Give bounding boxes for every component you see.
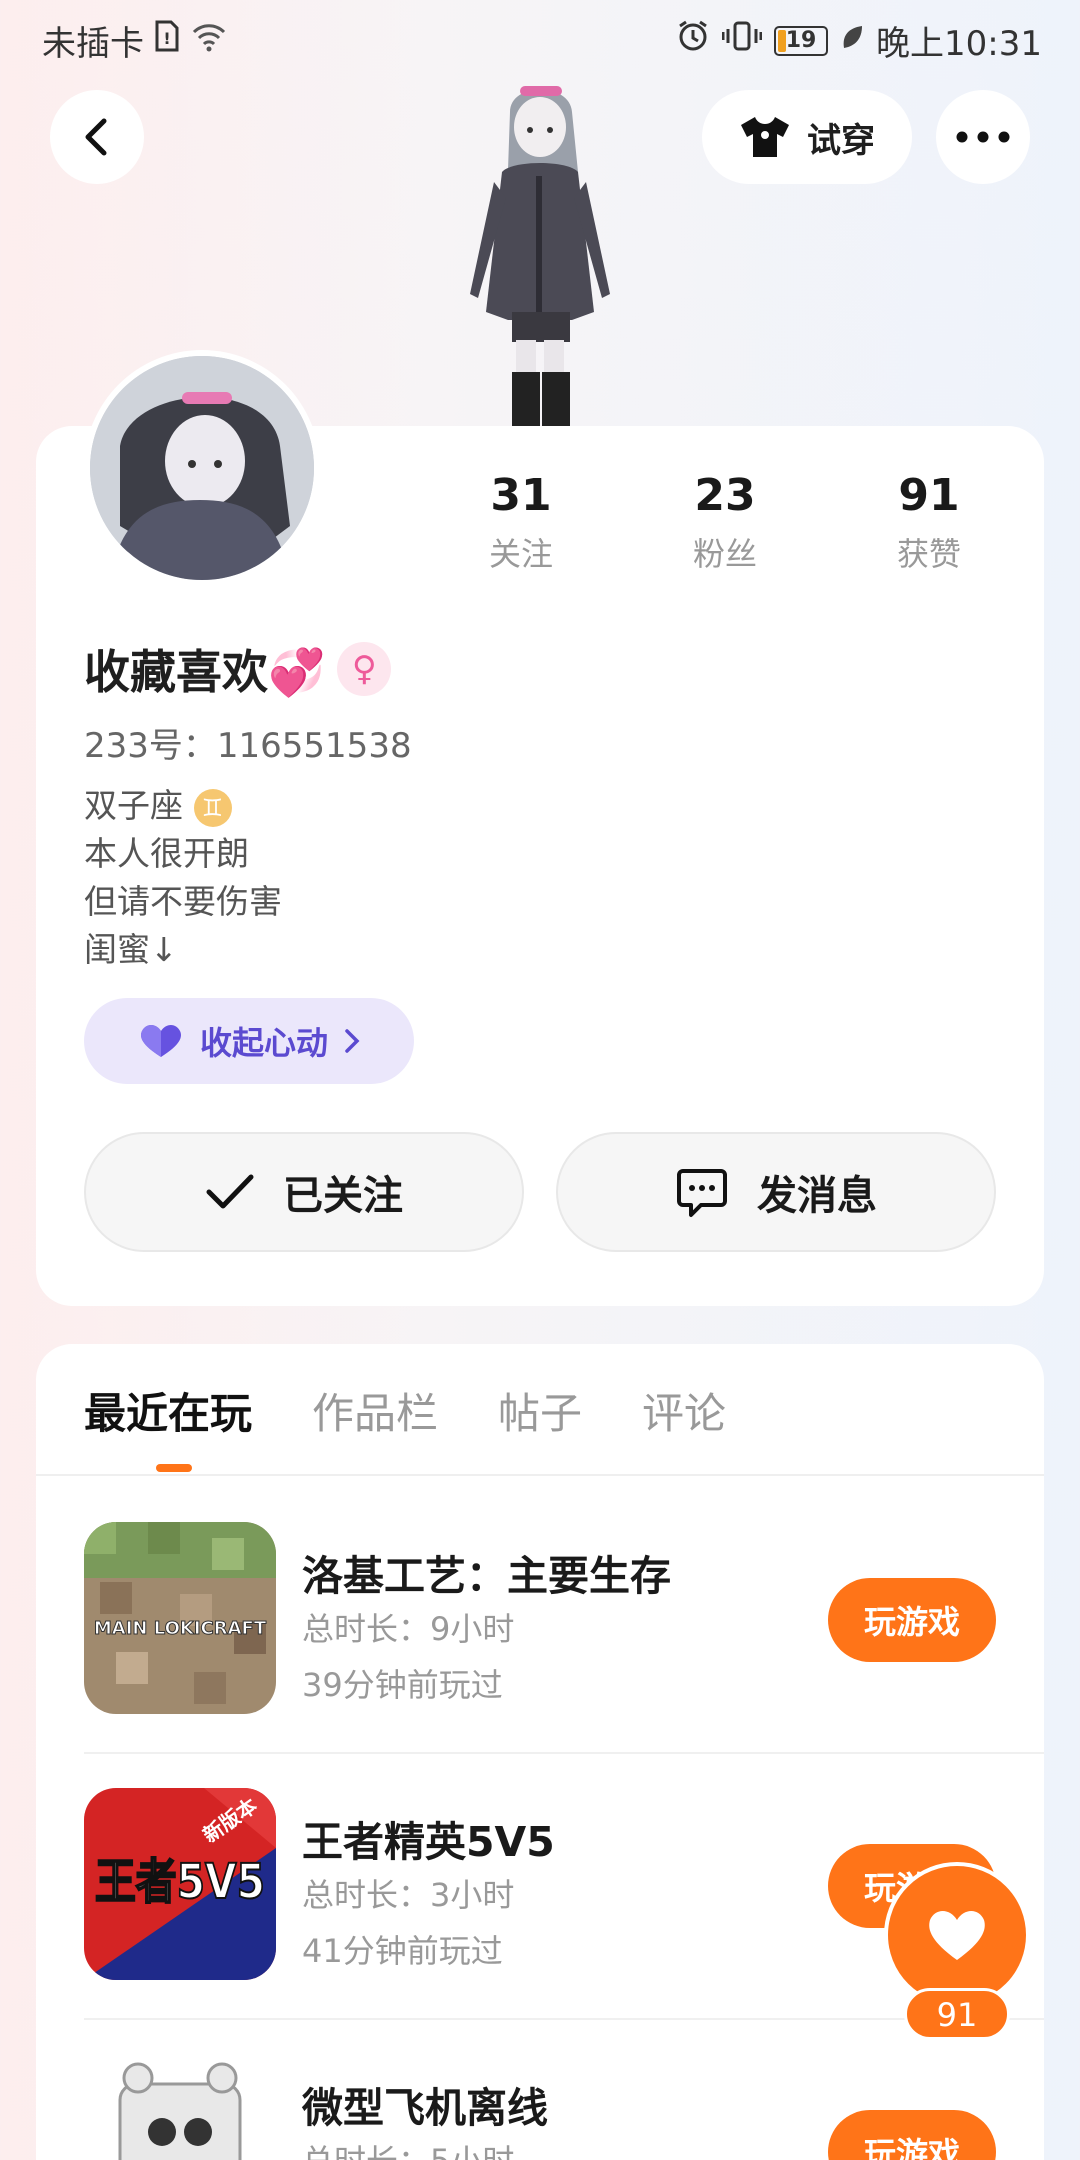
avatar-image: [90, 356, 314, 580]
chevron-right-icon: [345, 1029, 360, 1053]
carrier-text: 未插卡: [42, 24, 144, 64]
svg-text:!: !: [163, 29, 170, 48]
stat-fans-label: 粉丝: [692, 535, 757, 573]
profile-avatar[interactable]: [84, 350, 320, 586]
bio: 双子座 ♊ 本人很开朗 但请不要伤害 闺蜜↓: [84, 782, 282, 974]
heart-icon: [929, 1911, 985, 1960]
row-divider: [84, 1752, 1044, 1754]
game-row[interactable]: 微型飞机离线 总时长：5小时 玩游戏: [84, 2054, 1044, 2160]
leaf-icon: [840, 21, 864, 61]
battery-icon: 19: [774, 25, 829, 56]
play-game-button[interactable]: 玩游戏: [828, 1578, 996, 1662]
heart-icon: [140, 1025, 181, 1057]
tab-bar: 最近在玩 作品栏 帖子 评论: [84, 1380, 726, 1441]
game-last-played: 41分钟前玩过: [302, 1932, 503, 1970]
game-row[interactable]: MAIN LOKICRAFT 洛基工艺：主要生存 总时长：9小时 39分钟前玩过…: [84, 1522, 1044, 1718]
like-fab-button[interactable]: [884, 1862, 1030, 2008]
game-duration: 总时长：5小时: [302, 2136, 514, 2160]
heart-toggle-pill[interactable]: 收起心动: [84, 998, 414, 1084]
avatar-figure-image[interactable]: [440, 72, 640, 427]
chat-bubble-icon: [677, 1169, 727, 1217]
stat-following[interactable]: 31 关注: [446, 470, 596, 575]
like-count-badge: 91: [904, 1988, 1010, 2040]
back-button[interactable]: [50, 90, 144, 184]
profile-name-row: 收藏喜欢💞 ♀: [84, 636, 392, 702]
sim-icon: !: [154, 20, 180, 61]
bio-line-1: 双子座: [84, 786, 183, 825]
followed-label: 已关注: [283, 1173, 403, 1219]
tab-indicator: [156, 1464, 192, 1472]
try-on-label: 试穿: [807, 120, 875, 161]
send-message-button[interactable]: 发消息: [556, 1132, 996, 1252]
stat-following-label: 关注: [488, 535, 553, 573]
play-game-button[interactable]: 玩游戏: [828, 2110, 996, 2160]
stat-following-value: 31: [490, 470, 552, 521]
tab-posts[interactable]: 帖子: [498, 1380, 582, 1441]
bio-line-3: 但请不要伤害: [84, 882, 282, 921]
heart-pill-label: 收起心动: [199, 1024, 328, 1062]
game-duration: 总时长：3小时: [302, 1876, 515, 1914]
battery-level: 19: [785, 28, 817, 53]
alarm-icon: [676, 19, 710, 62]
send-message-label: 发消息: [757, 1173, 877, 1219]
stat-likes-label: 获赞: [896, 535, 961, 573]
bio-line-2: 本人很开朗: [84, 834, 249, 873]
tab-comments[interactable]: 评论: [642, 1380, 726, 1441]
user-id: 233号：116551538: [84, 726, 412, 766]
game-title: 王者精英5V5: [302, 1818, 555, 1866]
clock-text: 晚上10:31: [876, 24, 1042, 64]
tshirt-icon: [741, 117, 789, 157]
female-gender-icon: ♀: [337, 642, 392, 696]
check-icon: [206, 1174, 254, 1209]
status-bar: 未插卡 ! 19 晚上10:31: [0, 0, 1080, 72]
stat-likes[interactable]: 91 获赞: [854, 470, 1004, 575]
status-left: 未插卡 !: [42, 16, 228, 65]
chevron-left-icon: [85, 118, 107, 156]
tab-recently-played[interactable]: 最近在玩: [84, 1380, 252, 1441]
tab-works[interactable]: 作品栏: [312, 1380, 438, 1441]
status-right: 19 晚上10:31: [676, 16, 1042, 65]
game-title: 洛基工艺：主要生存: [302, 1552, 671, 1600]
gemini-icon: ♊: [193, 788, 232, 827]
stat-fans[interactable]: 23 粉丝: [650, 470, 800, 575]
bio-line-4: 闺蜜↓: [84, 930, 178, 969]
game-last-played: 39分钟前玩过: [302, 1666, 503, 1704]
row-divider: [84, 2018, 1044, 2020]
game-icon-plane: [84, 2054, 276, 2160]
wifi-icon: [190, 21, 228, 61]
game-title: 微型飞机离线: [302, 2084, 548, 2132]
vibrate-icon: [721, 20, 763, 61]
game-icon-text: 王者5V5: [95, 1854, 265, 1910]
profile-name: 收藏喜欢💞: [84, 645, 326, 699]
game-icon-wangzhe: 新版本 王者5V5: [84, 1788, 276, 1980]
followed-button[interactable]: 已关注: [84, 1132, 524, 1252]
stat-fans-value: 23: [694, 470, 756, 521]
game-icon-lokicraft: MAIN LOKICRAFT: [84, 1522, 276, 1714]
more-button[interactable]: [936, 90, 1030, 184]
tab-divider: [36, 1474, 1044, 1476]
more-dots-icon: [956, 131, 1010, 143]
try-on-button[interactable]: 试穿: [702, 90, 912, 184]
game-duration: 总时长：9小时: [302, 1610, 515, 1648]
stat-likes-value: 91: [898, 470, 960, 521]
game-icon-text: MAIN LOKICRAFT: [94, 1618, 267, 1639]
